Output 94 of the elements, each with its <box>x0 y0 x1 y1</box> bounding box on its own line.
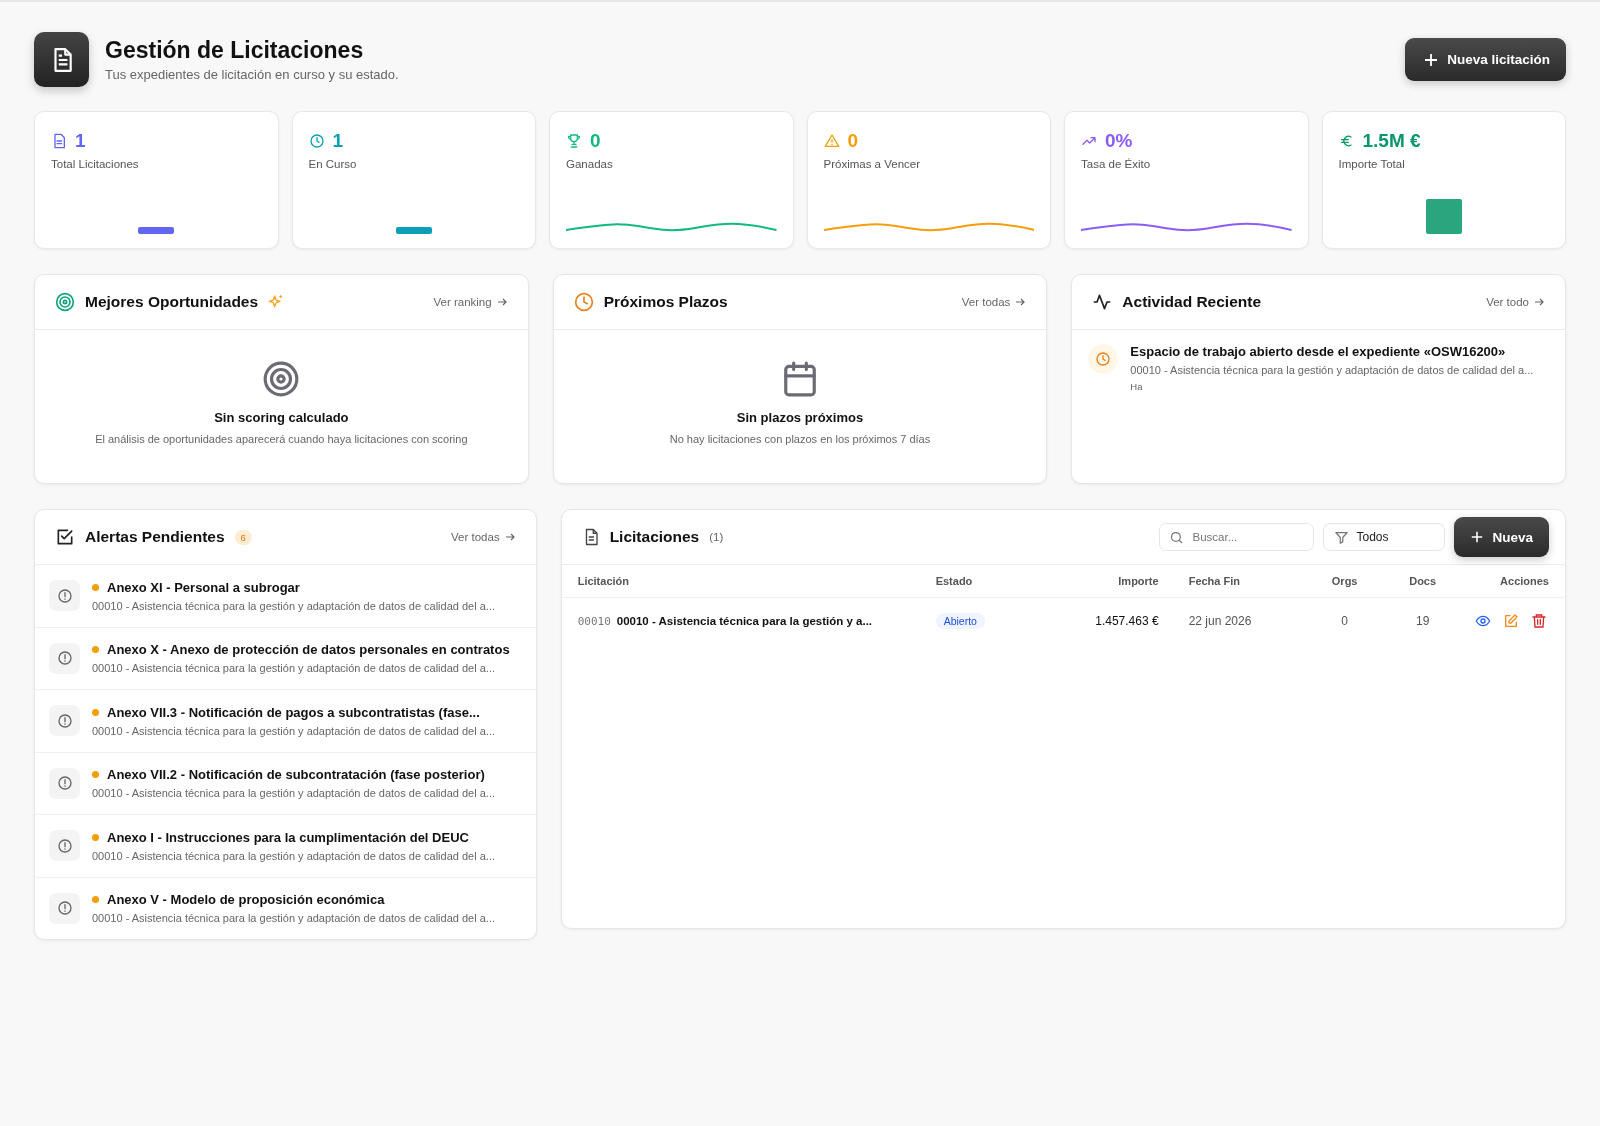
stat-label: Ganadas <box>566 158 614 170</box>
alert-subtitle: 00010 - Asistencia técnica para la gestión y adaptación de datos de calidad del a... <box>92 599 495 612</box>
activity-icon <box>1092 292 1113 312</box>
alert-title: Anexo X - Anexo de protección de datos personales en contratos <box>107 642 510 658</box>
table-cell-text: 0 <box>1340 614 1349 628</box>
filter-icon <box>1334 529 1350 545</box>
checkbox-icon <box>55 527 75 547</box>
mini-bar <box>395 227 432 234</box>
stat-value: 1 <box>75 130 86 152</box>
count-badge: 6 <box>234 529 252 545</box>
alert-subtitle: 00010 - Asistencia técnica para la gestión y adaptación de datos de calidad del a... <box>92 662 496 675</box>
stat-value: 0 <box>590 130 601 152</box>
empty-title: Sin plazos próximos <box>736 410 864 425</box>
activity-time: Ha <box>1130 381 1144 392</box>
empty-text: El análisis de oportunidades aparecerá cuando haya licitaciones con scoring <box>95 433 468 445</box>
stat-value: 1.5M € <box>1362 130 1421 152</box>
column-header: Estado <box>935 575 974 587</box>
sparkle-icon <box>268 294 285 310</box>
column-header: Importe <box>1117 575 1159 587</box>
stat-value: 0% <box>1105 130 1133 152</box>
alert-item[interactable]: Anexo XI - Personal a subrogar 00010 - Asistencia técnica para la gestión y adaptación de datos de calidad del a... <box>35 565 536 628</box>
alert-subtitle: 00010 - Asistencia técnica para la gestión y adaptación de datos de calidad del a... <box>92 912 495 925</box>
alert-subtitle: 00010 - Asistencia técnica para la gestión y adaptación de datos de calidad del a... <box>92 724 495 737</box>
alert-item[interactable]: Anexo I - Instrucciones para la cumplimentación del DEUC 00010 - Asistencia técnica para la gestión y adaptación de datos de calidad del a... <box>35 815 536 878</box>
stat-label: Tasa de Éxito <box>1081 158 1152 170</box>
status-badge: Abierto <box>935 613 985 629</box>
stat-value: 0 <box>847 130 859 152</box>
arrow-icon <box>503 531 516 543</box>
column-header: Docs <box>1408 575 1438 587</box>
alert-item[interactable]: Anexo VII.2 - Notificación de subcontratación (fase posterior) 00010 - Asistencia técnica para la gestión y adaptación de datos de calidad del a... <box>35 752 536 815</box>
panel-title: Alertas Pendientes <box>85 528 225 546</box>
activity-subtitle: 00010 - Asistencia técnica para la gestión y adaptación de datos de calidad del a... <box>1130 364 1534 376</box>
alert-icon <box>49 830 80 862</box>
table-cell-text: 22 jun 2026 <box>1187 614 1253 628</box>
panel-title: Mejores Oportunidades <box>85 293 259 311</box>
view-all-link[interactable]: Ver todas <box>451 531 516 543</box>
target-icon <box>262 360 301 398</box>
clock-icon <box>1088 344 1119 374</box>
filter-dropdown[interactable]: Todos <box>1323 523 1446 551</box>
alert-icon <box>49 767 80 799</box>
alert-title: Anexo I - Instrucciones para la cumplimentación del DEUC <box>107 829 469 845</box>
mini-bar <box>138 227 175 234</box>
panel-title: Actividad Reciente <box>1122 293 1261 311</box>
alert-item[interactable]: Anexo V - Modelo de proposición económica 00010 - Asistencia técnica para la gestión y adaptación de datos de calidad del a... <box>35 877 536 939</box>
page-title: Gestión de Licitaciones <box>105 37 365 64</box>
new-tender-button[interactable]: Nueva licitación <box>1405 38 1566 81</box>
plus-icon <box>1423 51 1440 68</box>
alert-icon <box>49 892 80 924</box>
activity-title: Espacio de trabajo abierto desde el expediente «OSW16200» <box>1130 344 1507 359</box>
tender-code: 00010 <box>577 614 611 628</box>
target-icon <box>55 292 75 312</box>
view-all-link[interactable]: Ver ranking <box>433 296 508 308</box>
arrow-icon <box>495 296 508 308</box>
mini-bar <box>1425 199 1462 234</box>
stat-label: Importe Total <box>1338 158 1406 170</box>
alert-item[interactable]: Anexo VII.3 - Notificación de pagos a subcontratistas (fase... 00010 - Asistencia técnica para la gestión y adaptación de datos de calidad del a... <box>35 690 536 753</box>
alert-title: Anexo XI - Personal a subrogar <box>107 579 300 595</box>
alert-icon <box>49 705 80 737</box>
arrow-icon <box>1014 296 1027 308</box>
empty-title: Sin scoring calculado <box>214 410 349 425</box>
column-header: Acciones <box>1499 575 1549 587</box>
alert-icon <box>49 642 80 674</box>
stat-label: Próximas a Vencer <box>823 158 921 170</box>
table-cell-text: 1.457.463 € <box>1094 614 1159 628</box>
panel-title: Licitaciones <box>609 528 700 546</box>
panel-title: Próximos Plazos <box>603 293 728 311</box>
app-logo-icon <box>34 32 89 87</box>
table-cell-text: 19 <box>1414 614 1431 628</box>
new-button[interactable]: Nueva <box>1454 517 1549 557</box>
search-icon <box>1169 530 1185 545</box>
alert-title: Anexo VII.3 - Notificación de pagos a subcontratistas (fase... <box>107 704 480 720</box>
view-all-link[interactable]: Ver todo <box>1486 296 1545 308</box>
stat-value: 1 <box>332 130 344 152</box>
stat-label: Total Licitaciones <box>51 158 140 170</box>
alert-subtitle: 00010 - Asistencia técnica para la gestión y adaptación de datos de calidad del a... <box>92 787 495 800</box>
column-header: Fecha Fin <box>1187 575 1241 587</box>
alert-subtitle: 00010 - Asistencia técnica para la gestión y adaptación de datos de calidad del a... <box>92 849 495 862</box>
column-header: Licitación <box>577 575 630 587</box>
empty-text: No hay licitaciones con plazos en los próximos 7 días <box>669 433 931 445</box>
alert-title: Anexo VII.2 - Notificación de subcontratación (fase posterior) <box>107 767 485 783</box>
tender-title: 00010 - Asistencia técnica para la gestión y a... <box>616 614 873 628</box>
plus-icon <box>1470 530 1485 544</box>
page-subtitle: Tus expedientes de licitación en curso y su estado. <box>105 67 400 82</box>
tender-count: (1) <box>709 531 724 543</box>
alert-item[interactable]: Anexo X - Anexo de protección de datos personales en contratos 00010 - Asistencia técnica para la gestión y adaptación de datos de calidad del a... <box>35 627 536 690</box>
view-all-link[interactable]: Ver todas <box>961 296 1027 308</box>
column-header: Orgs <box>1330 575 1359 587</box>
arrow-icon <box>1533 296 1545 308</box>
clock-icon <box>573 292 594 312</box>
alert-title: Anexo V - Modelo de proposición económica <box>107 892 385 908</box>
stat-label: En Curso <box>308 158 358 170</box>
alert-icon <box>49 580 80 612</box>
search-field[interactable]: Buscar... <box>1159 523 1315 551</box>
calendar-icon <box>781 360 819 398</box>
